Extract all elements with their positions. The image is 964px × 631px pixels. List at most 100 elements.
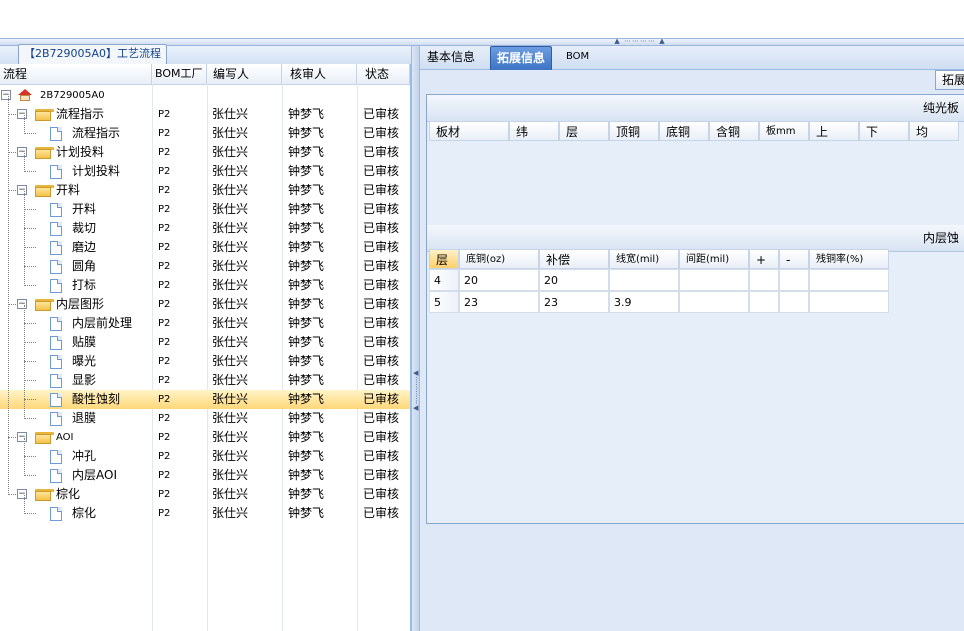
tree-connector: [24, 418, 36, 419]
col-header-writer[interactable]: 编写人: [207, 64, 282, 84]
tree-row[interactable]: − 内层图形 P2 张仕兴 钟梦飞 已审核: [0, 295, 410, 314]
inner-etch-cell[interactable]: [779, 269, 809, 291]
plain-board-col-header[interactable]: 下: [859, 121, 909, 141]
plain-board-col-header[interactable]: 上: [809, 121, 859, 141]
inner-etch-cell[interactable]: [749, 291, 779, 313]
plain-board-col-header[interactable]: 底铜: [659, 121, 709, 141]
tree-row[interactable]: − 流程指示 P2 张仕兴 钟梦飞 已审核: [0, 105, 410, 124]
tree-row[interactable]: 磨边 P2 张仕兴 钟梦飞 已审核: [0, 238, 410, 257]
inner-etch-cell[interactable]: [779, 291, 809, 313]
tree-row[interactable]: 圆角 P2 张仕兴 钟梦飞 已审核: [0, 257, 410, 276]
tree-row[interactable]: − 棕化 P2 张仕兴 钟梦飞 已审核: [0, 485, 410, 504]
tree-row[interactable]: − 计划投料 P2 张仕兴 钟梦飞 已审核: [0, 143, 410, 162]
status-cell: 已审核: [363, 107, 400, 121]
tree-row[interactable]: 显影 P2 张仕兴 钟梦飞 已审核: [0, 371, 410, 390]
tab-basic-info[interactable]: 基本信息: [421, 46, 481, 70]
writer-cell: 张仕兴: [212, 145, 249, 159]
inner-etch-cell[interactable]: 23: [539, 291, 609, 313]
plain-board-col-header[interactable]: 均: [909, 121, 959, 141]
tab-bom[interactable]: BOM: [560, 46, 595, 70]
plain-board-col-header[interactable]: 纬: [509, 121, 559, 141]
status-cell: 已审核: [363, 164, 400, 178]
tree-node-label: 冲孔: [72, 449, 97, 463]
tree-row[interactable]: 计划投料 P2 张仕兴 钟梦飞 已审核: [0, 162, 410, 181]
col-header-reviewer[interactable]: 核审人: [282, 64, 357, 84]
tree-node-label: 计划投料: [72, 164, 121, 178]
writer-cell: 张仕兴: [212, 259, 249, 273]
tree-row[interactable]: 退膜 P2 张仕兴 钟梦飞 已审核: [0, 409, 410, 428]
expand-button[interactable]: 拓展: [935, 70, 964, 90]
inner-etch-cell[interactable]: [609, 269, 679, 291]
collapse-icon[interactable]: −: [17, 489, 27, 499]
tree-connector: [24, 438, 25, 476]
tree-row[interactable]: 流程指示 P2 张仕兴 钟梦飞 已审核: [0, 124, 410, 143]
inner-etch-col-header[interactable]: 层: [429, 249, 459, 269]
inner-etch-cell[interactable]: 20: [539, 269, 609, 291]
inner-etch-col-header[interactable]: -: [779, 249, 809, 269]
plain-board-col-header[interactable]: 顶铜: [609, 121, 659, 141]
tree-row[interactable]: 棕化 P2 张仕兴 钟梦飞 已审核: [0, 504, 410, 523]
layer-cell[interactable]: 4: [429, 269, 459, 291]
folder-body: [35, 491, 51, 501]
tree-row[interactable]: 冲孔 P2 张仕兴 钟梦飞 已审核: [0, 447, 410, 466]
inner-etch-col-header[interactable]: +: [749, 249, 779, 269]
splitter-grip-icon[interactable]: ▲ ⋯⋯⋯⋯ ▲: [600, 38, 680, 46]
collapse-icon[interactable]: −: [17, 147, 27, 157]
tree-row[interactable]: 贴膜 P2 张仕兴 钟梦飞 已审核: [0, 333, 410, 352]
tree-connector: [24, 247, 36, 248]
tree-row[interactable]: 开料 P2 张仕兴 钟梦飞 已审核: [0, 200, 410, 219]
vertical-splitter[interactable]: [411, 46, 420, 631]
reviewer-cell: 钟梦飞: [288, 107, 325, 121]
inner-etch-col-header[interactable]: 残铜率(%): [809, 249, 889, 269]
inner-etch-col-header[interactable]: 间距(mil): [679, 249, 749, 269]
inner-etch-cell[interactable]: [679, 269, 749, 291]
tree-row[interactable]: 曝光 P2 张仕兴 钟梦飞 已审核: [0, 352, 410, 371]
bom-factory-cell: P2: [158, 489, 171, 500]
empty-area: [426, 530, 964, 631]
plain-board-col-header[interactable]: 板mm: [759, 121, 809, 141]
tree-connector: [24, 305, 25, 419]
bom-factory-cell: P2: [158, 280, 171, 291]
layer-cell[interactable]: 5: [429, 291, 459, 313]
splitter-grip-icon[interactable]: ◀ ⋮ ⋮ ⋮ ⋮ ◀: [413, 370, 420, 412]
writer-cell: 张仕兴: [212, 126, 249, 140]
inner-etch-cell[interactable]: [749, 269, 779, 291]
tree-row[interactable]: − 2B729005A0: [0, 86, 410, 105]
collapse-icon[interactable]: −: [17, 299, 27, 309]
status-cell: 已审核: [363, 354, 400, 368]
tree-row[interactable]: 内层前处理 P2 张仕兴 钟梦飞 已审核: [0, 314, 410, 333]
col-header-status[interactable]: 状态: [357, 64, 410, 84]
col-header-flow[interactable]: 流程: [0, 64, 152, 84]
tree-row[interactable]: 裁切 P2 张仕兴 钟梦飞 已审核: [0, 219, 410, 238]
inner-etch-col-header[interactable]: 底铜(oz): [459, 249, 539, 269]
collapse-icon[interactable]: −: [1, 90, 11, 100]
writer-cell: 张仕兴: [212, 373, 249, 387]
collapse-icon[interactable]: −: [17, 185, 27, 195]
tree-row[interactable]: − AOI P2 张仕兴 钟梦飞 已审核: [0, 428, 410, 447]
collapse-icon[interactable]: −: [17, 432, 27, 442]
plain-board-col-header[interactable]: 层: [559, 121, 609, 141]
writer-cell: 张仕兴: [212, 107, 249, 121]
inner-etch-cell[interactable]: [809, 269, 889, 291]
tree-row[interactable]: − 开料 P2 张仕兴 钟梦飞 已审核: [0, 181, 410, 200]
bom-factory-cell: P2: [158, 432, 171, 443]
document-icon: [50, 165, 62, 179]
tree-connector: [24, 495, 25, 514]
inner-etch-cell[interactable]: 20: [459, 269, 539, 291]
collapse-icon[interactable]: −: [17, 109, 27, 119]
inner-etch-cell[interactable]: [809, 291, 889, 313]
tab-extended-info[interactable]: 拓展信息: [490, 46, 553, 70]
inner-etch-cell[interactable]: 23: [459, 291, 539, 313]
tree-connector: [24, 171, 36, 172]
status-cell: 已审核: [363, 449, 400, 463]
plain-board-col-header[interactable]: 板材: [429, 121, 509, 141]
col-header-bom[interactable]: BOM工厂: [152, 64, 207, 84]
tree-row[interactable]: 内层AOI P2 张仕兴 钟梦飞 已审核: [0, 466, 410, 485]
inner-etch-cell[interactable]: 3.9: [609, 291, 679, 313]
inner-etch-cell[interactable]: [679, 291, 749, 313]
plain-board-col-header[interactable]: 含铜: [709, 121, 759, 141]
inner-etch-col-header[interactable]: 线宽(mil): [609, 249, 679, 269]
tree-row[interactable]: 酸性蚀刻 P2 张仕兴 钟梦飞 已审核: [0, 390, 410, 409]
tree-row[interactable]: 打标 P2 张仕兴 钟梦飞 已审核: [0, 276, 410, 295]
inner-etch-col-header[interactable]: 补偿: [539, 249, 609, 269]
